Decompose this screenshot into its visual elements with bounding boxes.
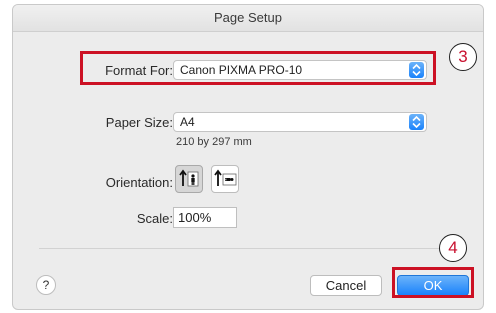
paper-dimensions: 210 by 297 mm — [176, 136, 252, 148]
landscape-orientation-icon — [214, 169, 237, 186]
ok-button-highlight — [392, 267, 474, 298]
help-button[interactable]: ? — [36, 275, 56, 295]
popup-stepper-icon — [409, 114, 424, 130]
format-for-highlight — [80, 51, 436, 85]
divider — [39, 248, 459, 249]
page-setup-dialog: Page Setup Format For: Canon PIXMA PRO-1… — [12, 4, 484, 310]
scale-label: Scale: — [136, 211, 173, 226]
step-3-callout: 3 — [449, 43, 477, 71]
orientation-portrait-button[interactable] — [175, 165, 203, 193]
step-4-callout: 4 — [439, 234, 467, 262]
paper-size-label: Paper Size: — [105, 115, 173, 130]
paper-size-value: A4 — [180, 115, 195, 129]
paper-size-popup[interactable]: A4 — [173, 112, 427, 132]
orientation-landscape-button[interactable] — [211, 165, 239, 193]
dialog-title: Page Setup — [13, 5, 483, 32]
cancel-button[interactable]: Cancel — [310, 275, 382, 296]
portrait-orientation-icon — [179, 169, 199, 187]
scale-input[interactable]: 100% — [173, 207, 237, 228]
orientation-label: Orientation: — [105, 175, 173, 190]
